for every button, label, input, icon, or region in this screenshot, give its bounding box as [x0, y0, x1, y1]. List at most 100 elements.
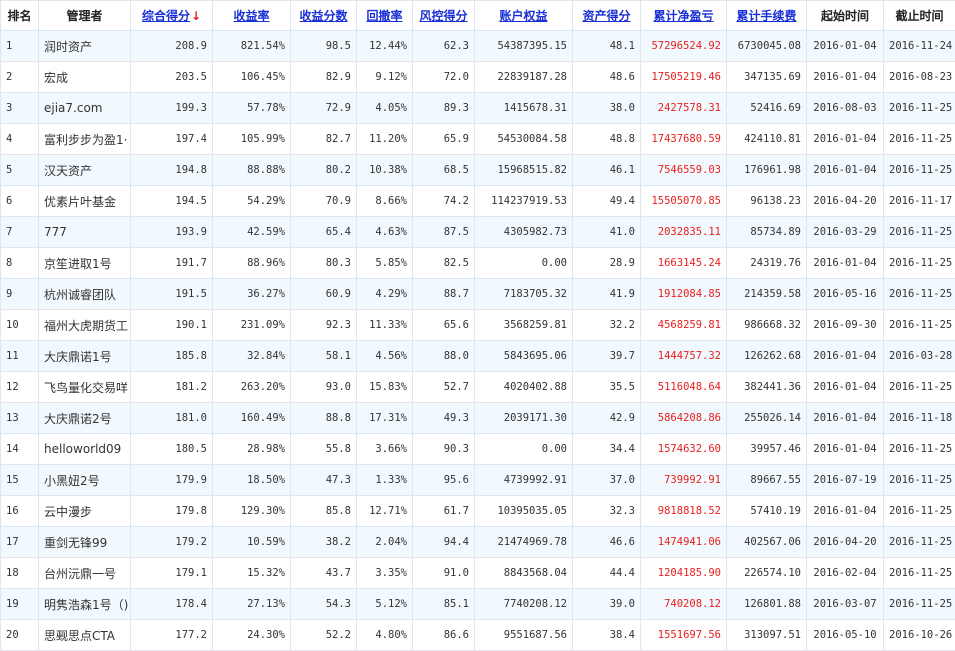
manager-cell[interactable]: 京笙进取1号 — [39, 248, 131, 279]
return-score-cell: 54.3 — [291, 589, 357, 620]
header-composite-score[interactable]: 综合得分↓ — [131, 1, 213, 31]
manager-cell[interactable]: 云中漫步 — [39, 496, 131, 527]
manager-cell[interactable]: 777 — [39, 217, 131, 248]
table-row: 6优素片叶基金194.554.29%70.98.66%74.2114237919… — [1, 186, 955, 217]
table-row: 2宏成203.5106.45%82.99.12%72.022839187.284… — [1, 62, 955, 93]
cum-pnl-cell: 1912084.85 — [641, 279, 727, 310]
header-return-rate[interactable]: 收益率 — [213, 1, 291, 31]
start-date-cell: 2016-03-07 — [807, 589, 884, 620]
risk-score-cell: 87.5 — [413, 217, 475, 248]
header-cum-pnl[interactable]: 累计净盈亏 — [641, 1, 727, 31]
table-row: 11大庆鼎诺1号185.832.84%58.14.56%88.05843695.… — [1, 341, 955, 372]
sort-asset-score-link[interactable]: 资产得分 — [582, 9, 630, 23]
drawdown-cell: 5.85% — [357, 248, 413, 279]
sort-equity-link[interactable]: 账户权益 — [499, 9, 547, 23]
header-return-score[interactable]: 收益分数 — [291, 1, 357, 31]
return-score-cell: 58.1 — [291, 341, 357, 372]
cum-fee-cell: 226574.10 — [727, 558, 807, 589]
start-date-cell: 2016-02-04 — [807, 558, 884, 589]
end-date-cell: 2016-11-25 — [884, 124, 955, 155]
table-row: 19明隽浩森1号（)178.427.13%54.35.12%85.1774020… — [1, 589, 955, 620]
sort-drawdown-link[interactable]: 回撤率 — [366, 9, 402, 23]
drawdown-cell: 17.31% — [357, 403, 413, 434]
return-score-cell: 80.2 — [291, 155, 357, 186]
sort-return-score-link[interactable]: 收益分数 — [299, 9, 347, 23]
composite-score-cell: 190.1 — [131, 310, 213, 341]
manager-cell[interactable]: 富利步步为盈1· — [39, 124, 131, 155]
header-equity[interactable]: 账户权益 — [475, 1, 573, 31]
header-risk-score[interactable]: 风控得分 — [413, 1, 475, 31]
cum-fee-cell: 176961.98 — [727, 155, 807, 186]
equity-cell: 3568259.81 — [475, 310, 573, 341]
return-score-cell: 82.7 — [291, 124, 357, 155]
cum-fee-cell: 255026.14 — [727, 403, 807, 434]
rank-cell: 3 — [1, 93, 39, 124]
asset-score-cell: 49.4 — [573, 186, 641, 217]
asset-score-cell: 32.3 — [573, 496, 641, 527]
manager-cell[interactable]: 优素片叶基金 — [39, 186, 131, 217]
end-date-cell: 2016-11-25 — [884, 310, 955, 341]
cum-pnl-cell: 1574632.60 — [641, 434, 727, 465]
header-drawdown[interactable]: 回撤率 — [357, 1, 413, 31]
return-rate-cell: 10.59% — [213, 527, 291, 558]
equity-cell: 7740208.12 — [475, 589, 573, 620]
manager-cell[interactable]: 大庆鼎诺2号 — [39, 403, 131, 434]
manager-cell[interactable]: 杭州诚睿团队 — [39, 279, 131, 310]
sort-cum-pnl-link[interactable]: 累计净盈亏 — [653, 9, 713, 23]
rank-cell: 8 — [1, 248, 39, 279]
asset-score-cell: 48.6 — [573, 62, 641, 93]
end-date-cell: 2016-11-17 — [884, 186, 955, 217]
manager-cell[interactable]: 润时资产 — [39, 31, 131, 62]
header-asset-score[interactable]: 资产得分 — [573, 1, 641, 31]
start-date-cell: 2016-04-20 — [807, 186, 884, 217]
start-date-cell: 2016-07-19 — [807, 465, 884, 496]
return-rate-cell: 15.32% — [213, 558, 291, 589]
return-rate-cell: 57.78% — [213, 93, 291, 124]
return-rate-cell: 105.99% — [213, 124, 291, 155]
return-score-cell: 93.0 — [291, 372, 357, 403]
rank-cell: 12 — [1, 372, 39, 403]
table-row: 5汉天资产194.888.88%80.210.38%68.515968515.8… — [1, 155, 955, 186]
return-rate-cell: 263.20% — [213, 372, 291, 403]
equity-cell: 7183705.32 — [475, 279, 573, 310]
manager-cell[interactable]: helloworld09 — [39, 434, 131, 465]
end-date-cell: 2016-03-28 — [884, 341, 955, 372]
risk-score-cell: 65.9 — [413, 124, 475, 155]
risk-score-cell: 85.1 — [413, 589, 475, 620]
cum-fee-cell: 126262.68 — [727, 341, 807, 372]
table-row: 14helloworld09180.528.98%55.83.66%90.30.… — [1, 434, 955, 465]
sort-risk-score-link[interactable]: 风控得分 — [419, 9, 467, 23]
header-cum-fee[interactable]: 累计手续费 — [727, 1, 807, 31]
rank-cell: 5 — [1, 155, 39, 186]
manager-cell[interactable]: 宏成 — [39, 62, 131, 93]
return-score-cell: 72.9 — [291, 93, 357, 124]
manager-cell[interactable]: 汉天资产 — [39, 155, 131, 186]
composite-score-cell: 179.9 — [131, 465, 213, 496]
return-rate-cell: 160.49% — [213, 403, 291, 434]
table-row: 15小黑妞2号179.918.50%47.31.33%95.64739992.9… — [1, 465, 955, 496]
table-row: 17重剑无锋99179.210.59%38.22.04%94.421474969… — [1, 527, 955, 558]
drawdown-cell: 4.05% — [357, 93, 413, 124]
cum-fee-cell: 382441.36 — [727, 372, 807, 403]
manager-cell[interactable]: 大庆鼎诺1号 — [39, 341, 131, 372]
manager-cell[interactable]: 福州大虎期货工 — [39, 310, 131, 341]
return-score-cell: 65.4 — [291, 217, 357, 248]
sort-composite-score-link[interactable]: 综合得分 — [142, 9, 190, 23]
end-date-cell: 2016-11-18 — [884, 403, 955, 434]
rank-cell: 2 — [1, 62, 39, 93]
manager-cell[interactable]: 小黑妞2号 — [39, 465, 131, 496]
manager-cell[interactable]: 明隽浩森1号（) — [39, 589, 131, 620]
manager-cell[interactable]: 飞鸟量化交易咩 — [39, 372, 131, 403]
asset-score-cell: 37.0 — [573, 465, 641, 496]
start-date-cell: 2016-01-04 — [807, 403, 884, 434]
asset-score-cell: 39.0 — [573, 589, 641, 620]
manager-cell[interactable]: 台州沅鼎一号 — [39, 558, 131, 589]
sort-return-rate-link[interactable]: 收益率 — [233, 9, 269, 23]
manager-cell[interactable]: ejia7.com — [39, 93, 131, 124]
manager-cell[interactable]: 重剑无锋99 — [39, 527, 131, 558]
start-date-cell: 2016-01-04 — [807, 124, 884, 155]
asset-score-cell: 44.4 — [573, 558, 641, 589]
sort-cum-fee-link[interactable]: 累计手续费 — [736, 9, 796, 23]
drawdown-cell: 3.35% — [357, 558, 413, 589]
composite-score-cell: 203.5 — [131, 62, 213, 93]
